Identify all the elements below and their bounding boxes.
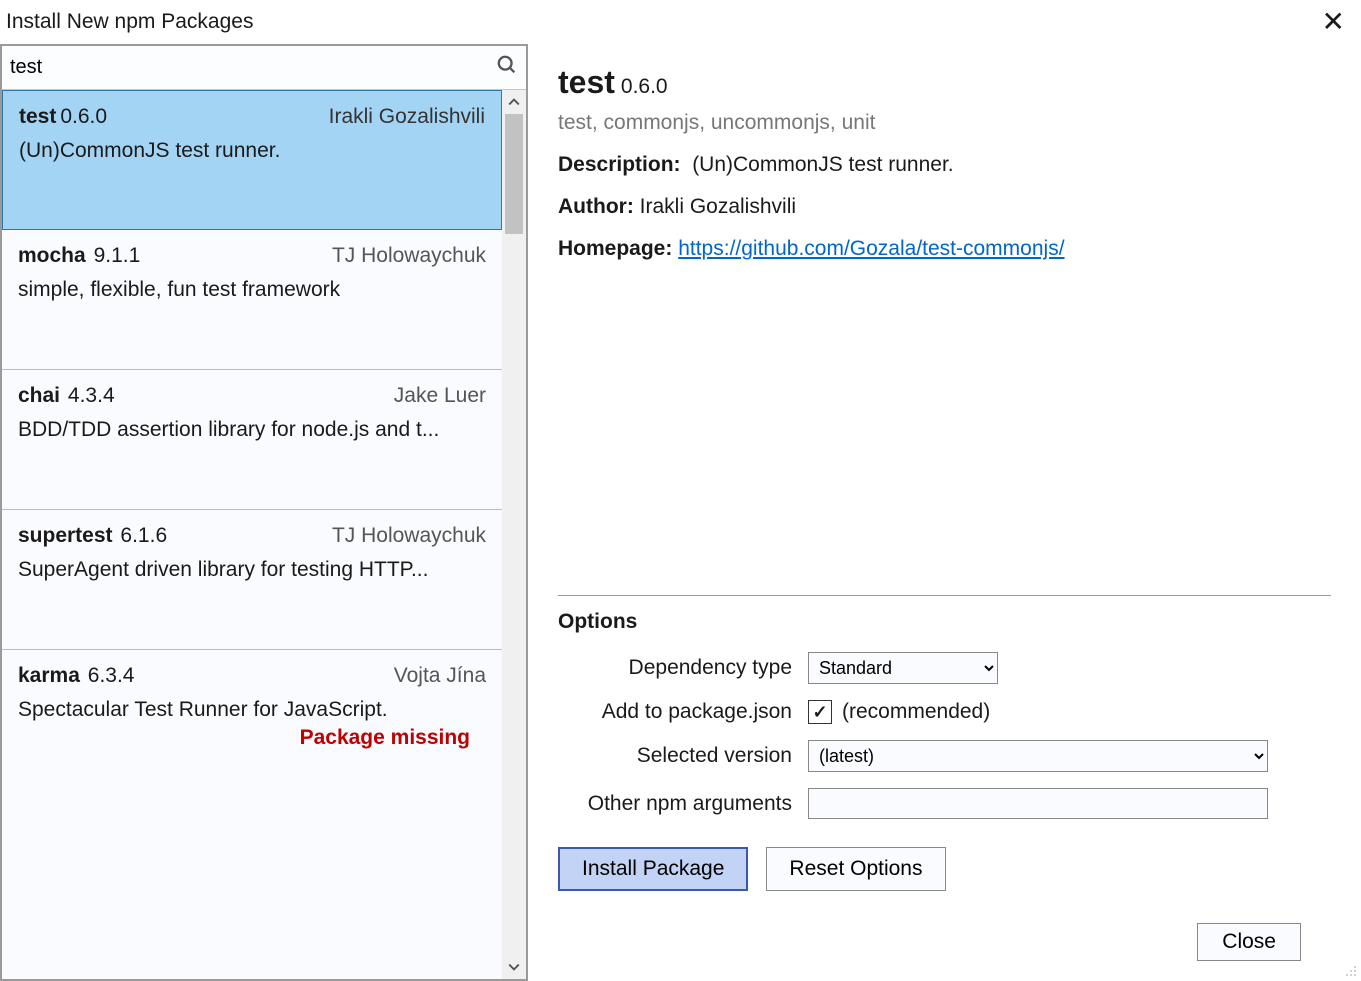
install-npm-dialog: Install New npm Packages ✕ test0.6.0 Ira… [0,0,1361,981]
options-section: Options Dependency type Standard Add to … [558,595,1331,911]
search-icon[interactable] [496,54,518,82]
description-row: Description: (Un)CommonJS test runner. [558,153,1331,177]
result-version: 4.3.4 [68,384,115,407]
result-description: (Un)CommonJS test runner. [19,139,485,163]
other-args-input[interactable] [808,788,1268,819]
homepage-link[interactable]: https://github.com/Gozala/test-commonjs/ [678,237,1064,260]
homepage-row: Homepage: https://github.com/Gozala/test… [558,237,1331,261]
author-value: Irakli Gozalishvili [640,195,796,218]
result-author: Irakli Gozalishvili [329,105,485,129]
result-author: TJ Holowaychuk [332,524,486,548]
left-panel: test0.6.0 Irakli Gozalishvili (Un)Common… [0,44,528,981]
result-name: chai [18,384,60,407]
result-item[interactable]: chai 4.3.4 Jake Luer BDD/TDD assertion l… [2,370,502,510]
package-name: test [558,64,615,100]
package-missing-label: Package missing [18,722,486,750]
scroll-track[interactable] [502,114,526,955]
description-label: Description: [558,153,681,176]
result-version: 0.6.0 [60,105,107,128]
result-version: 6.3.4 [88,664,135,687]
selected-version-label: Selected version [558,744,808,768]
package-heading: test 0.6.0 [558,64,1331,101]
result-author: Vojta Jína [394,664,486,688]
scroll-up-icon[interactable] [502,90,526,114]
author-row: Author: Irakli Gozalishvili [558,195,1331,219]
result-author: Jake Luer [394,384,486,408]
homepage-label: Homepage: [558,237,672,260]
add-to-package-label: Add to package.json [558,700,808,724]
other-args-label: Other npm arguments [558,792,808,816]
result-description: Spectacular Test Runner for JavaScript. [18,698,486,722]
close-icon[interactable]: ✕ [1322,8,1345,36]
add-to-package-hint: (recommended) [842,700,990,724]
results-area: test0.6.0 Irakli Gozalishvili (Un)Common… [2,90,526,979]
result-description: BDD/TDD assertion library for node.js an… [18,418,486,442]
result-author: TJ Holowaychuk [332,244,486,268]
search-input[interactable] [10,52,496,83]
result-item[interactable]: karma 6.3.4 Vojta Jína Spectacular Test … [2,650,502,754]
titlebar: Install New npm Packages ✕ [0,0,1361,44]
scroll-thumb[interactable] [505,114,523,234]
dependency-type-label: Dependency type [558,656,808,680]
result-description: simple, flexible, fun test framework [18,278,486,302]
details-panel: test 0.6.0 test, commonjs, uncommonjs, un… [528,44,1361,981]
description-value: (Un)CommonJS test runner. [692,153,953,176]
result-name: supertest [18,524,113,547]
result-item[interactable]: test0.6.0 Irakli Gozalishvili (Un)Common… [2,90,502,230]
package-version: 0.6.0 [621,75,668,98]
result-name: karma [18,664,80,687]
install-package-button[interactable]: Install Package [558,847,748,891]
options-heading: Options [558,610,1331,634]
selected-version-select[interactable]: (latest) [808,740,1268,772]
result-item[interactable]: mocha 9.1.1 TJ Holowaychuk simple, flexi… [2,230,502,370]
result-item[interactable]: supertest 6.1.6 TJ Holowaychuk SuperAgen… [2,510,502,650]
resize-grip-icon[interactable] [1341,961,1357,977]
add-to-package-checkbox[interactable]: ✓ [808,700,832,724]
result-version: 6.1.6 [120,524,167,547]
search-row [2,46,526,90]
dialog-body: test0.6.0 Irakli Gozalishvili (Un)Common… [0,44,1361,981]
result-version: 9.1.1 [94,244,141,267]
package-tags: test, commonjs, uncommonjs, unit [558,111,1331,135]
dependency-type-select[interactable]: Standard [808,652,998,684]
reset-options-button[interactable]: Reset Options [766,847,945,891]
close-button[interactable]: Close [1197,923,1301,961]
result-description: SuperAgent driven library for testing HT… [18,558,486,582]
author-label: Author: [558,195,634,218]
result-name: mocha [18,244,86,267]
dialog-footer: Close [558,911,1331,981]
result-name: test [19,105,56,128]
scroll-down-icon[interactable] [502,955,526,979]
dialog-title: Install New npm Packages [6,10,253,34]
scrollbar[interactable] [502,90,526,979]
results-list: test0.6.0 Irakli Gozalishvili (Un)Common… [2,90,502,979]
